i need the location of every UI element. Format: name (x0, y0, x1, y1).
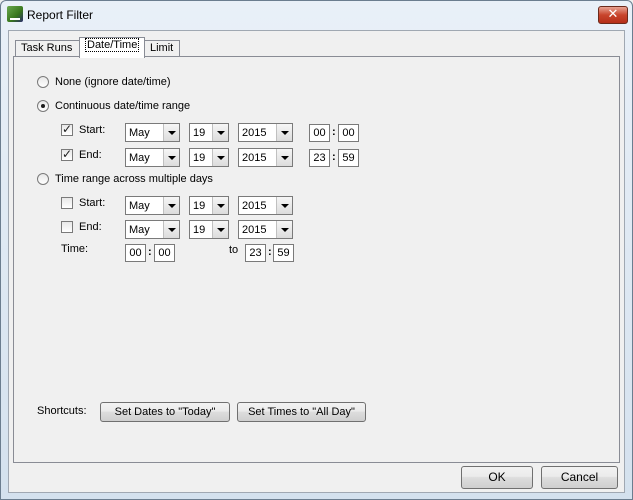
chevron-down-icon (212, 124, 228, 141)
chevron-down-icon (212, 149, 228, 166)
multi-start-day-value: 19 (193, 200, 206, 212)
multi-time-from-hour-input[interactable]: 00 (125, 244, 146, 262)
continuous-start-day-select[interactable]: 19 (189, 123, 229, 142)
chevron-down-icon (276, 124, 292, 141)
none-radio[interactable] (37, 76, 49, 88)
continuous-start-year-select[interactable]: 2015 (238, 123, 293, 142)
continuous-end-year-select[interactable]: 2015 (238, 148, 293, 167)
close-button[interactable]: ✕ (598, 6, 628, 24)
multi-start-checkbox[interactable] (61, 197, 73, 209)
continuous-start-checkbox[interactable] (61, 122, 73, 136)
continuous-start-month-value: May (129, 127, 150, 139)
multi-start-year-value: 2015 (242, 200, 267, 212)
multi-end-year-select[interactable]: 2015 (238, 220, 293, 239)
ok-button[interactable]: OK (461, 466, 533, 489)
continuous-end-hour-input[interactable]: 23 (309, 149, 330, 167)
multi-end-day-value: 19 (193, 224, 206, 236)
multi-time-to-hour-input[interactable]: 23 (245, 244, 266, 262)
tab-limit[interactable]: Limit (144, 40, 180, 57)
multi-end-month-select[interactable]: May (125, 220, 180, 239)
window-title: Report Filter (27, 8, 94, 22)
continuous-end-label: End: (79, 149, 102, 161)
multi-day-label[interactable]: Time range across multiple days (55, 173, 213, 185)
multi-day-radio[interactable] (37, 173, 49, 185)
app-icon (7, 6, 23, 22)
continuous-start-minute-input[interactable]: 00 (338, 124, 359, 142)
chevron-down-icon (276, 197, 292, 214)
multi-end-checkbox[interactable] (61, 221, 73, 233)
time-separator: : (332, 151, 336, 163)
multi-end-year-value: 2015 (242, 224, 267, 236)
continuous-start-hour-input[interactable]: 00 (309, 124, 330, 142)
multi-end-day-select[interactable]: 19 (189, 220, 229, 239)
continuous-start-year-value: 2015 (242, 127, 267, 139)
multi-end-month-value: May (129, 224, 150, 236)
multi-time-label: Time: (61, 243, 89, 255)
chevron-down-icon (276, 221, 292, 238)
multi-time-from-minute-input[interactable]: 00 (154, 244, 175, 262)
tab-date-time[interactable]: Date/Time (79, 37, 145, 58)
tab-date-time-label: Date/Time (85, 38, 140, 52)
tab-task-runs[interactable]: Task Runs (15, 40, 80, 57)
chevron-down-icon (212, 197, 228, 214)
multi-start-day-select[interactable]: 19 (189, 196, 229, 215)
chevron-down-icon (163, 149, 179, 166)
time-separator: : (332, 126, 336, 138)
multi-start-year-select[interactable]: 2015 (238, 196, 293, 215)
multi-end-label: End: (79, 221, 102, 233)
continuous-label[interactable]: Continuous date/time range (55, 100, 190, 112)
cancel-button[interactable]: Cancel (541, 466, 618, 489)
multi-time-to-minute-input[interactable]: 59 (273, 244, 294, 262)
continuous-start-day-value: 19 (193, 127, 206, 139)
chevron-down-icon (163, 124, 179, 141)
chevron-down-icon (163, 221, 179, 238)
shortcuts-label: Shortcuts: (37, 405, 87, 417)
continuous-end-day-value: 19 (193, 152, 206, 164)
continuous-end-day-select[interactable]: 19 (189, 148, 229, 167)
date-time-panel: None (ignore date/time) Continuous date/… (13, 56, 620, 463)
continuous-end-month-value: May (129, 152, 150, 164)
multi-start-label: Start: (79, 197, 106, 209)
multi-start-month-value: May (129, 200, 150, 212)
continuous-end-minute-input[interactable]: 59 (338, 149, 359, 167)
continuous-end-year-value: 2015 (242, 152, 267, 164)
chevron-down-icon (276, 149, 292, 166)
dialog-body: Task Runs Date/Time Limit None (ignore d… (8, 30, 625, 493)
chevron-down-icon (163, 197, 179, 214)
set-dates-today-button[interactable]: Set Dates to "Today" (100, 402, 230, 422)
none-label[interactable]: None (ignore date/time) (55, 76, 171, 88)
continuous-end-checkbox[interactable] (61, 147, 73, 161)
time-separator: : (148, 246, 152, 258)
continuous-start-label: Start: (79, 124, 106, 136)
chevron-down-icon (212, 221, 228, 238)
continuous-start-month-select[interactable]: May (125, 123, 180, 142)
report-filter-window: Report Filter ✕ Task Runs Date/Time Limi… (0, 0, 633, 500)
multi-start-month-select[interactable]: May (125, 196, 180, 215)
time-separator: : (268, 246, 272, 258)
continuous-end-month-select[interactable]: May (125, 148, 180, 167)
multi-time-to-label: to (229, 244, 239, 256)
continuous-radio[interactable] (37, 100, 49, 112)
title-bar[interactable]: Report Filter ✕ (1, 1, 632, 29)
set-times-all-day-button[interactable]: Set Times to "All Day" (237, 402, 366, 422)
